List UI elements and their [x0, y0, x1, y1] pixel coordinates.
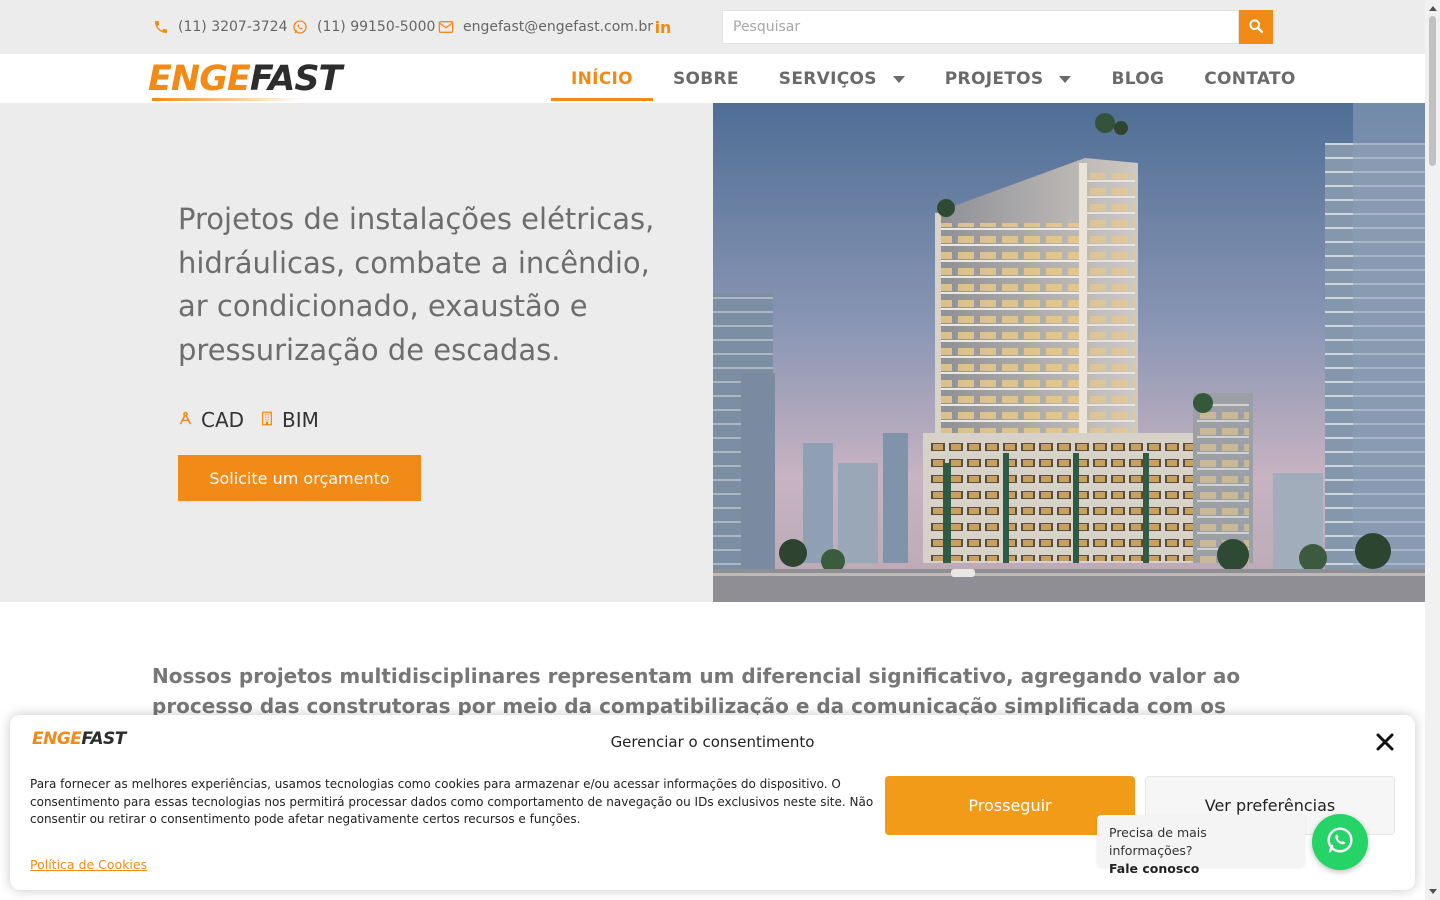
- site-logo[interactable]: ENGEFAST: [148, 59, 343, 99]
- whatsapp-bubble-line1: Precisa de mais informações?: [1109, 825, 1207, 858]
- hero-title: Projetos de instalações elétricas, hidrá…: [178, 202, 655, 367]
- consent-body: Para fornecer as melhores experiências, …: [30, 777, 874, 826]
- envelope-icon: [437, 18, 455, 36]
- nav-item-contato[interactable]: CONTATO: [1184, 54, 1315, 103]
- tag-cad: CAD: [178, 408, 244, 432]
- phone-contact[interactable]: (11) 3207-3724: [152, 18, 288, 36]
- main-header: ENGEFAST INÍCIO SOBRE SERVIÇOS PROJETOS …: [0, 54, 1425, 103]
- whatsapp-contact[interactable]: (11) 99150-5000: [291, 18, 435, 36]
- scroll-down-arrow-icon[interactable]: [1429, 889, 1437, 894]
- close-icon[interactable]: [1374, 731, 1396, 753]
- caret-down-icon: [1059, 75, 1072, 83]
- nav-label: CONTATO: [1204, 68, 1296, 89]
- nav-item-projetos[interactable]: PROJETOS: [925, 54, 1092, 103]
- whatsapp-chat-bubble[interactable]: Precisa de mais informações? Fale conosc…: [1097, 815, 1305, 876]
- whatsapp-icon: [1324, 824, 1356, 860]
- linkedin-link[interactable]: in: [654, 17, 680, 37]
- request-quote-button[interactable]: Solicite um orçamento: [178, 455, 421, 501]
- tag-bim: BIM: [260, 408, 319, 432]
- caret-down-icon: [892, 75, 905, 83]
- whatsapp-bubble-line2: Fale conosco: [1109, 861, 1200, 876]
- top-bar: (11) 3207-3724 (11) 99150-5000 engefast@…: [0, 0, 1425, 54]
- hero-tags: CAD BIM: [178, 408, 335, 432]
- nav-label: SOBRE: [672, 68, 739, 89]
- page-scrollbar[interactable]: [1425, 0, 1440, 900]
- compass-icon: [178, 411, 193, 430]
- scrollbar-thumb[interactable]: [1429, 16, 1436, 166]
- email-text: engefast@engefast.com.br: [463, 19, 653, 35]
- phone-text: (11) 3207-3724: [178, 19, 288, 35]
- nav-label: PROJETOS: [944, 68, 1044, 89]
- nav-label: INÍCIO: [571, 68, 633, 89]
- search-input[interactable]: [722, 10, 1239, 44]
- search-button[interactable]: [1239, 10, 1273, 44]
- building-icon: [260, 411, 274, 430]
- consent-title: Gerenciar o consentimento: [610, 733, 815, 751]
- whatsapp-button[interactable]: [1312, 814, 1368, 870]
- logo-part-enge: ENGE: [148, 59, 251, 99]
- whatsapp-text: (11) 99150-5000: [317, 19, 436, 35]
- email-contact[interactable]: engefast@engefast.com.br: [437, 18, 653, 36]
- tag-label: BIM: [282, 408, 319, 432]
- tag-label: CAD: [201, 408, 245, 432]
- cookie-policy-link[interactable]: Política de Cookies: [30, 857, 147, 872]
- nav-item-servicos[interactable]: SERVIÇOS: [759, 54, 925, 103]
- phone-icon: [152, 18, 170, 36]
- search-form: [722, 10, 1273, 44]
- nav-item-blog[interactable]: BLOG: [1091, 54, 1184, 103]
- nav-label: SERVIÇOS: [778, 68, 877, 89]
- main-nav: INÍCIO SOBRE SERVIÇOS PROJETOS BLOG CONT…: [551, 54, 1316, 103]
- linkedin-icon: in: [654, 17, 672, 37]
- whatsapp-icon: [291, 18, 309, 36]
- hero-building-image: [713, 103, 1425, 602]
- logo-swoosh: [152, 98, 302, 101]
- scroll-up-arrow-icon[interactable]: [1429, 6, 1437, 11]
- logo-part-fast: FAST: [249, 59, 343, 99]
- search-icon: [1248, 18, 1264, 37]
- nav-item-inicio[interactable]: INÍCIO: [551, 54, 653, 103]
- nav-item-sobre[interactable]: SOBRE: [653, 54, 759, 103]
- nav-label: BLOG: [1111, 68, 1165, 89]
